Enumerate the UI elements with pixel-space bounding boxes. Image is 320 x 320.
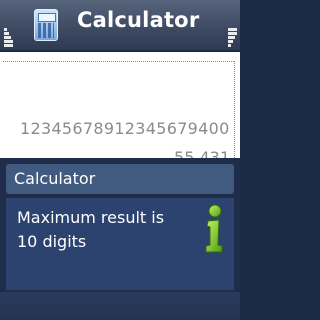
softkey-bar [0,292,240,320]
title-bar: Calculator [0,0,240,50]
result-display: 12345678912345679400 [20,119,230,138]
info-dialog: Calculator Maximum result is 10 digits [0,158,240,320]
divider [3,61,234,62]
calculator-icon [34,9,58,41]
dialog-message: Maximum result is 10 digits [17,208,165,251]
info-icon [205,204,223,253]
calculator-paper: 12345678912345679400 55,431 [0,52,240,167]
dialog-header: Calculator [6,164,234,194]
signal-strength-icon [4,28,13,48]
divider [234,61,235,158]
app-title: Calculator [77,8,200,32]
battery-icon [228,28,237,48]
dialog-body[interactable]: Maximum result is 10 digits [6,198,234,290]
dialog-title: Calculator [14,169,96,188]
